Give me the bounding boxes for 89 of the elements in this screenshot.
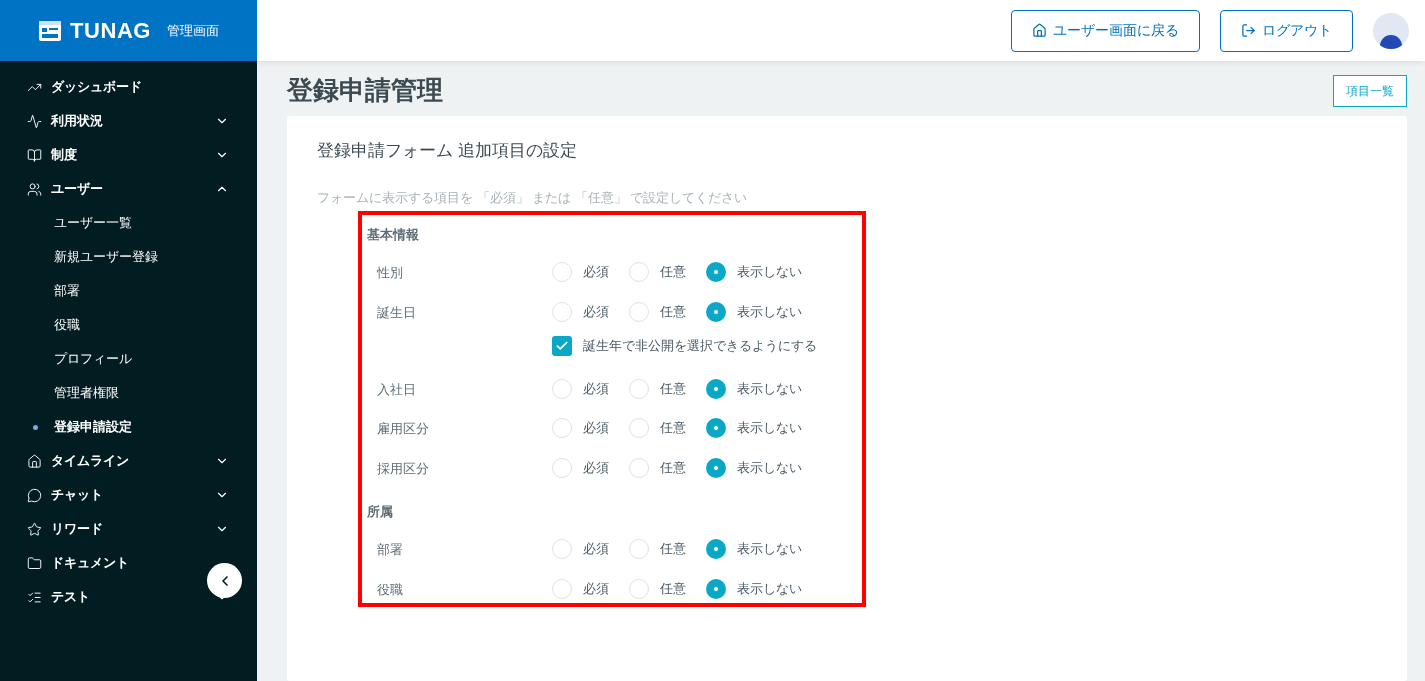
radio-label: 表示しない (737, 379, 802, 398)
sidebar-subitem[interactable]: 登録申請設定 (0, 410, 257, 444)
field-label: 性別 (376, 264, 404, 282)
header-button[interactable]: ユーザー画面に戻る (1011, 9, 1200, 52)
sidebar-subitem[interactable]: 部署 (0, 274, 257, 308)
radio-button[interactable] (552, 262, 572, 282)
radio-button[interactable] (629, 378, 649, 399)
radio-label: 表示しない (737, 579, 802, 598)
sidebar-item[interactable]: ユーザー (0, 172, 257, 206)
radio-button[interactable] (629, 578, 649, 599)
radio-button[interactable] (629, 301, 649, 322)
field-label: 入社日 (376, 380, 417, 399)
checkbox-label: 誕生年で非公開を選択できるようにする (583, 336, 817, 355)
radio-button[interactable] (552, 418, 572, 438)
header-button[interactable]: ログアウト (1220, 9, 1353, 52)
radio-label: 必須 (583, 458, 609, 477)
sidebar-item[interactable]: 制度 (0, 138, 257, 172)
radio-label: 必須 (583, 579, 609, 598)
radio-button[interactable] (706, 301, 726, 322)
field-label: 部署 (376, 541, 404, 559)
radio-label: 表示しない (737, 302, 802, 321)
radio-label: 任意 (660, 579, 686, 598)
field-label: 役職 (376, 580, 404, 599)
radio-label: 必須 (583, 263, 609, 282)
speech-bubble-icon (27, 487, 42, 503)
sidebar-item[interactable]: ドキュメント (0, 546, 257, 580)
sidebar-subitem[interactable]: 新規ユーザー登録 (0, 240, 257, 274)
radio-label: 任意 (660, 263, 686, 282)
sidebar-item[interactable]: タイムライン (0, 444, 257, 478)
star-icon (27, 521, 42, 537)
radio-label: 任意 (660, 302, 686, 321)
radio-button[interactable] (706, 378, 726, 399)
radio-label: 表示しない (737, 458, 802, 477)
field-label: 採用区分 (376, 459, 430, 478)
radio-button[interactable] (706, 578, 726, 599)
checklist-icon (27, 589, 42, 605)
sidebar-item[interactable]: リワード (0, 512, 257, 546)
section-heading: 所属 (367, 503, 394, 520)
radio-label: 必須 (583, 419, 609, 438)
checkbox[interactable] (552, 335, 572, 356)
logo-icon (38, 19, 62, 42)
pulse-icon (27, 113, 42, 129)
radio-label: 表示しない (737, 540, 802, 559)
radio-button[interactable] (629, 262, 649, 282)
section-heading: 基本情報 (367, 226, 420, 243)
sidebar-item[interactable]: ダッシュボード (0, 70, 257, 104)
radio-button[interactable] (706, 262, 726, 282)
sidebar-subitem[interactable]: プロフィール (0, 342, 257, 376)
radio-button[interactable] (552, 578, 572, 599)
radio-button[interactable] (552, 301, 572, 322)
sidebar-subitem[interactable]: 管理者権限 (0, 376, 257, 410)
page-title: 登録申請管理 (287, 74, 443, 107)
card-title: 登録申請フォーム 追加項目の設定 (317, 140, 578, 162)
sidebar-subitem[interactable]: ユーザー一覧 (0, 206, 257, 240)
radio-button[interactable] (706, 418, 726, 438)
radio-label: 任意 (660, 379, 686, 398)
book-icon (27, 147, 42, 163)
house-icon (1032, 23, 1047, 38)
sidebar-item[interactable]: テスト (0, 580, 257, 614)
logo-text: TUNAG (70, 17, 151, 45)
folder-icon (27, 555, 42, 571)
collapse-sidebar-button[interactable] (207, 563, 242, 598)
instruction-text: フォームに表示する項目を 「必須」 または 「任意」 で設定してください (317, 188, 749, 207)
radio-button[interactable] (629, 457, 649, 478)
radio-label: 任意 (660, 540, 686, 559)
house-icon (27, 453, 42, 469)
radio-label: 必須 (583, 302, 609, 321)
radio-label: 必須 (583, 540, 609, 559)
radio-button[interactable] (629, 418, 649, 438)
radio-label: 必須 (583, 379, 609, 398)
radio-button[interactable] (706, 539, 726, 559)
radio-button[interactable] (552, 539, 572, 559)
field-label: 誕生日 (376, 303, 417, 322)
radio-button[interactable] (552, 457, 572, 478)
users-icon (27, 181, 42, 197)
radio-label: 表示しない (737, 419, 802, 438)
sidebar-item[interactable]: 利用状況 (0, 104, 257, 138)
sidebar-item[interactable]: チャット (0, 478, 257, 512)
radio-label: 任意 (660, 419, 686, 438)
sidebar-subitem[interactable]: 役職 (0, 308, 257, 342)
logo-subtitle: 管理画面 (167, 21, 219, 40)
radio-label: 表示しない (737, 263, 802, 282)
radio-button[interactable] (706, 457, 726, 478)
avatar[interactable] (1373, 12, 1409, 49)
field-label: 雇用区分 (376, 420, 430, 438)
radio-button[interactable] (552, 378, 572, 399)
radio-button[interactable] (629, 539, 649, 559)
logout-icon (1241, 23, 1256, 38)
radio-label: 任意 (660, 458, 686, 477)
